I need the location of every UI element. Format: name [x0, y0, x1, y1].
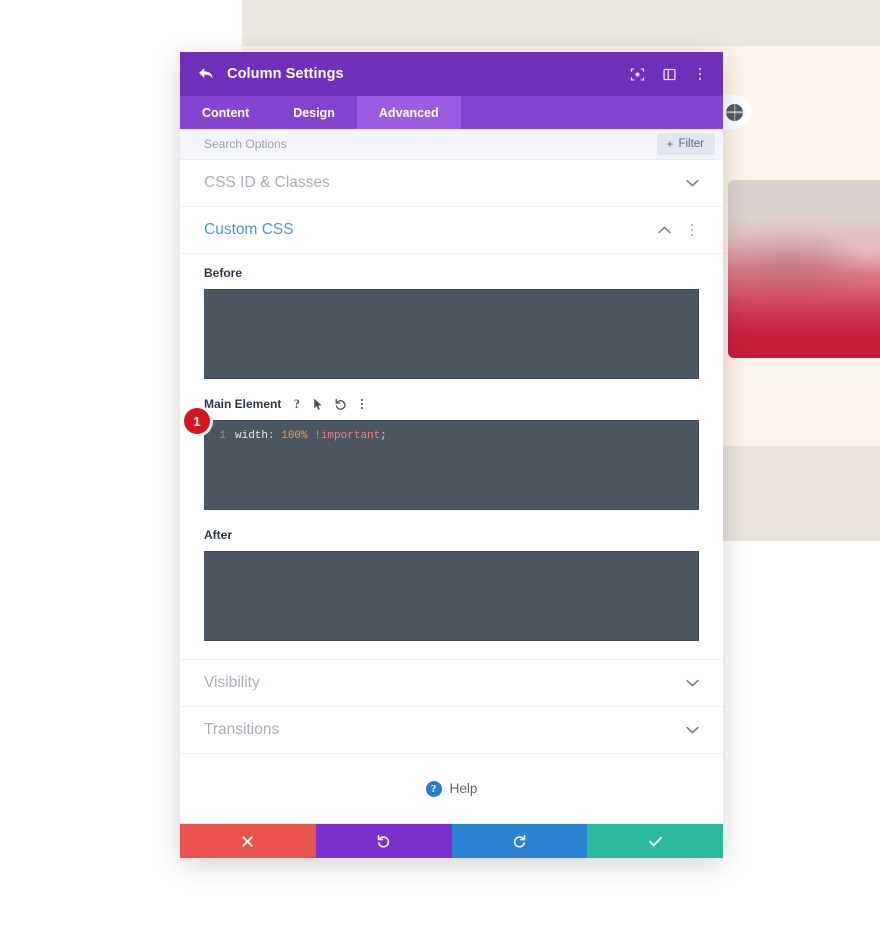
help-row[interactable]: ? Help	[180, 754, 723, 824]
checkmark-icon	[648, 835, 663, 848]
background-band-top	[242, 0, 880, 46]
tab-content[interactable]: Content	[180, 96, 271, 129]
field-after-label-row: After	[204, 526, 699, 544]
section-more-options-icon[interactable]	[685, 222, 699, 238]
field-before-label-row: Before	[204, 264, 699, 282]
search-bar: + Filter	[180, 129, 723, 160]
section-label: Transitions	[204, 721, 280, 738]
chevron-down-icon	[686, 677, 699, 690]
modal-footer	[180, 824, 723, 858]
filter-button-label: Filter	[678, 138, 704, 150]
code-content: width: 100% !important;	[235, 429, 387, 444]
section-label: Visibility	[204, 674, 260, 691]
close-x-icon	[241, 835, 254, 848]
field-main-element: Main Element ? 1 1 width: 100% !importan…	[184, 395, 699, 510]
field-label: Before	[204, 266, 243, 280]
step-badge: 1	[184, 408, 210, 434]
field-label: After	[204, 528, 233, 542]
code-token-property: width	[235, 430, 269, 442]
field-label: Main Element	[204, 397, 282, 411]
section-transitions[interactable]: Transitions	[180, 707, 723, 754]
help-question-icon[interactable]: ?	[290, 397, 303, 411]
section-css-id-classes[interactable]: CSS ID & Classes	[180, 160, 723, 207]
chevron-down-icon	[686, 177, 699, 190]
modal-titlebar: Column Settings	[180, 52, 723, 96]
section-label: CSS ID & Classes	[204, 174, 330, 191]
filter-button[interactable]: + Filter	[657, 133, 715, 155]
section-label: Custom CSS	[204, 221, 294, 238]
code-token-punctuation: :	[268, 430, 282, 442]
back-arrow-icon[interactable]	[197, 65, 215, 83]
more-options-icon[interactable]	[356, 397, 368, 411]
page-title: Column Settings	[227, 66, 344, 82]
titlebar-icon-group	[629, 66, 707, 82]
undo-button[interactable]	[315, 824, 452, 858]
field-main-element-label-row: Main Element ?	[204, 395, 699, 413]
help-circle-icon: ?	[425, 780, 442, 797]
cursor-pointer-icon[interactable]	[312, 398, 325, 411]
chevron-up-icon	[658, 224, 671, 237]
undo-icon	[376, 834, 391, 849]
more-options-icon[interactable]	[693, 66, 707, 82]
section-visibility[interactable]: Visibility	[180, 660, 723, 707]
code-token-value: 100%	[281, 430, 308, 442]
globe-icon	[726, 103, 743, 121]
code-line: 1 width: 100% !important;	[205, 421, 698, 444]
column-settings-modal: Column Settings Content Design Advanced …	[180, 52, 723, 858]
modal-tab-bar: Content Design Advanced	[180, 96, 723, 129]
discard-button[interactable]	[180, 824, 316, 858]
reset-undo-icon[interactable]	[334, 398, 347, 411]
chevron-down-icon	[686, 724, 699, 737]
tab-design[interactable]: Design	[271, 96, 357, 129]
custom-css-body: Before Main Element ? 1 1 width: 100% !i…	[180, 254, 723, 660]
layout-panel-icon[interactable]	[661, 66, 677, 82]
field-before: Before	[204, 264, 699, 379]
tab-advanced[interactable]: Advanced	[356, 96, 461, 129]
code-line-number: 1	[219, 430, 226, 442]
code-token-important: !important	[314, 430, 381, 442]
field-after: After	[204, 526, 699, 641]
background-photo	[728, 180, 880, 358]
focus-target-icon[interactable]	[629, 66, 645, 82]
before-code-editor[interactable]	[204, 289, 699, 379]
redo-icon	[512, 834, 527, 849]
after-code-editor[interactable]	[204, 551, 699, 641]
plus-icon: +	[666, 137, 674, 151]
section-custom-css[interactable]: Custom CSS	[180, 207, 723, 254]
search-input[interactable]	[204, 137, 658, 151]
code-token-semicolon: ;	[380, 430, 387, 442]
help-label: Help	[449, 781, 478, 796]
main-element-code-editor[interactable]: 1 1 width: 100% !important;	[184, 408, 699, 510]
save-button[interactable]	[587, 824, 723, 858]
redo-button[interactable]	[451, 824, 588, 858]
